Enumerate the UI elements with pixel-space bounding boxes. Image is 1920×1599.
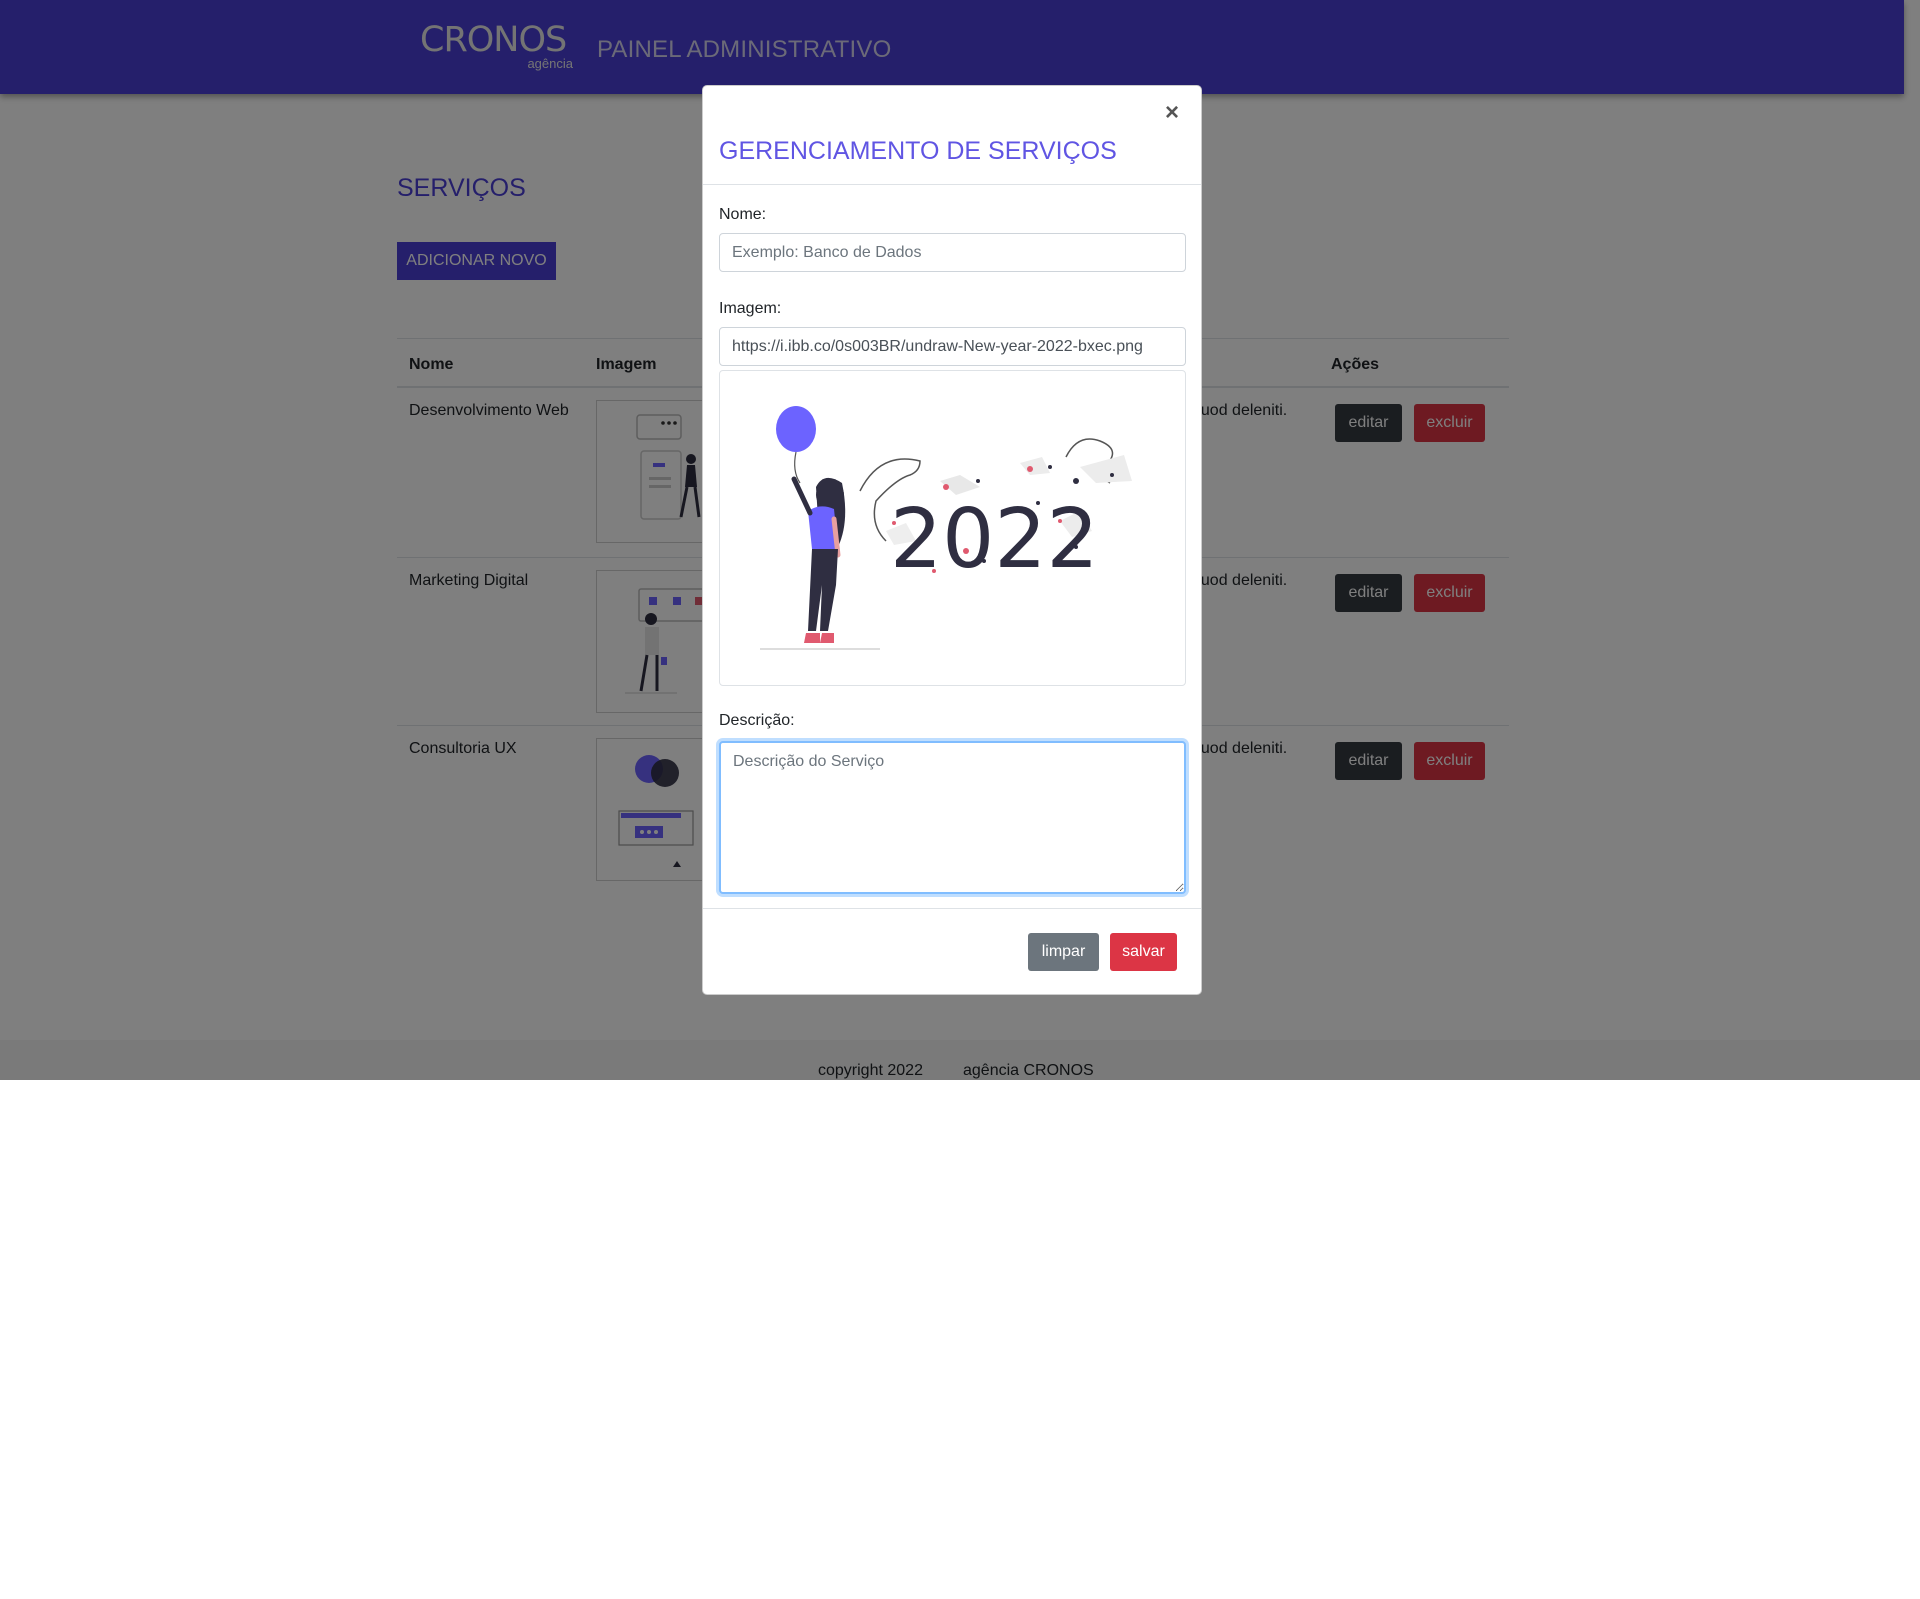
modal-header-divider (703, 184, 1201, 185)
save-button[interactable]: salvar (1110, 933, 1177, 971)
image-label: Imagem: (719, 300, 782, 317)
service-management-modal: × GERENCIAMENTO DE SERVIÇOS Nome: Imagem… (702, 85, 1202, 995)
image-url-input[interactable] (719, 327, 1186, 366)
illustration-year-text: 2022 (890, 492, 1099, 587)
name-input[interactable] (719, 233, 1186, 272)
clear-button[interactable]: limpar (1028, 933, 1099, 971)
modal-title: GERENCIAMENTO DE SERVIÇOS (719, 137, 1117, 165)
new-year-illustration: 2022 (760, 406, 1132, 650)
name-label: Nome: (719, 206, 767, 223)
close-icon[interactable]: × (1159, 100, 1185, 126)
description-label: Descrição: (719, 712, 795, 729)
image-preview: 2022 (719, 370, 1186, 686)
description-textarea[interactable] (719, 741, 1186, 894)
modal-footer-divider (703, 908, 1201, 909)
